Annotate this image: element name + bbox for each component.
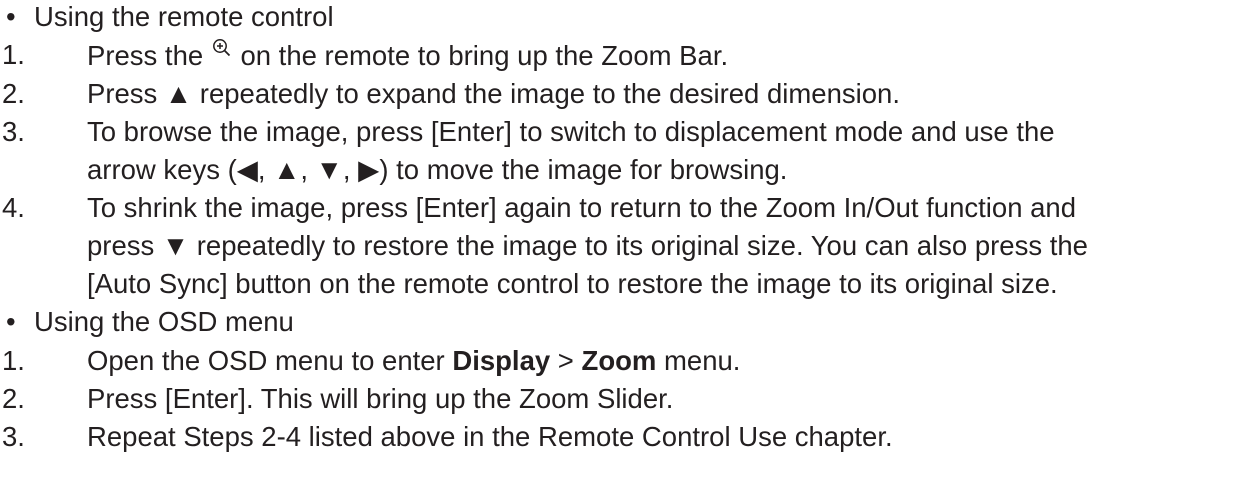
step-text: Press [Enter]. This will bring up the Zo… bbox=[87, 383, 674, 414]
step-number: 4. bbox=[2, 192, 25, 223]
menu-name-display: Display bbox=[452, 345, 551, 376]
step-text: Press the on the remote to bring up the … bbox=[87, 38, 729, 71]
bullet-point: • bbox=[6, 1, 16, 32]
zoom-in-icon bbox=[212, 38, 232, 58]
bullet-point: • bbox=[6, 306, 16, 337]
step-number: 2. bbox=[2, 383, 25, 414]
step-number: 2. bbox=[2, 78, 25, 109]
step-text: arrow keys (◀, ▲, ▼, ▶) to move the imag… bbox=[87, 154, 788, 185]
step-number: 3. bbox=[2, 116, 25, 147]
step-text: To shrink the image, press [Enter] again… bbox=[87, 192, 1077, 223]
section-heading-text: Using the OSD menu bbox=[34, 306, 294, 337]
section-heading-text: Using the remote control bbox=[34, 1, 334, 32]
instruction-document: • Using the remote control 1. Press the … bbox=[0, 0, 1260, 491]
step-number: 1. bbox=[2, 345, 25, 376]
step-text: Press ▲ repeatedly to expand the image t… bbox=[87, 78, 900, 109]
menu-name-zoom: Zoom bbox=[581, 345, 657, 376]
step-text: [Auto Sync] button on the remote control… bbox=[87, 268, 1058, 299]
step-text: press ▼ repeatedly to restore the image … bbox=[87, 230, 1088, 261]
step-text: Repeat Steps 2-4 listed above in the Rem… bbox=[87, 421, 893, 452]
step-text: To browse the image, press [Enter] to sw… bbox=[87, 116, 1055, 147]
step-number: 3. bbox=[2, 421, 25, 452]
step-number: 1. bbox=[2, 39, 25, 70]
step-text: Open the OSD menu to enter Display > Zoo… bbox=[87, 345, 741, 376]
